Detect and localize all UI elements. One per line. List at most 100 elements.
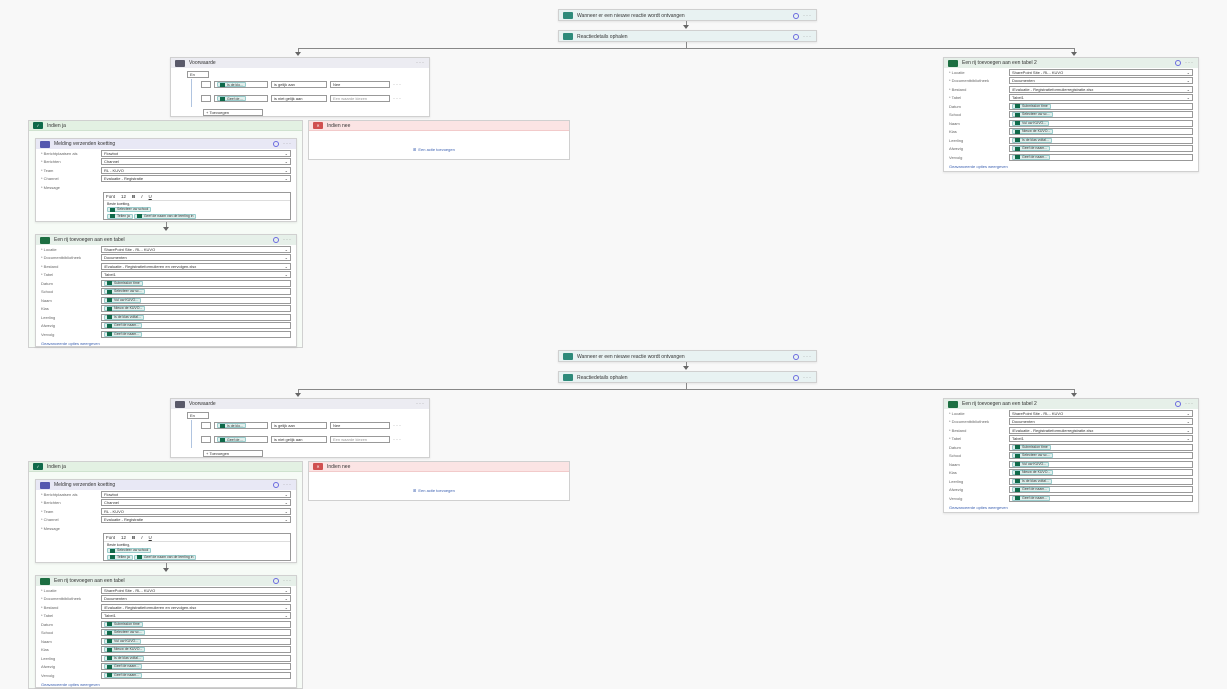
more-options-icon[interactable]: ··· <box>1185 60 1194 66</box>
chevron-down-icon[interactable]: ⌄ <box>1187 428 1190 433</box>
info-icon[interactable] <box>793 353 799 360</box>
token-chip[interactable]: Vul uw KUVO... <box>104 297 142 303</box>
chevron-down-icon[interactable]: ⌄ <box>285 613 288 618</box>
condition-left-operand[interactable]: Geef de ... <box>214 95 268 102</box>
info-icon[interactable] <box>273 482 279 488</box>
row-checkbox[interactable] <box>201 95 211 102</box>
token-chip[interactable]: Vul uw KUVO... <box>1012 120 1050 126</box>
more-options-icon[interactable]: ··· <box>803 354 812 360</box>
chevron-down-icon[interactable]: ⌄ <box>285 517 288 522</box>
more-options-icon[interactable]: ··· <box>283 237 292 243</box>
bold-button[interactable]: B <box>132 535 135 540</box>
info-icon[interactable] <box>1175 60 1181 66</box>
underline-button[interactable]: U <box>149 194 152 199</box>
add-action-button[interactable]: ⊞ Een actie toevoegen <box>413 147 455 152</box>
token-chip[interactable]: Geef de naam van de leerling in <box>133 554 197 560</box>
add-condition-button[interactable]: + Toevoegen <box>203 109 263 116</box>
field-input[interactable]: Documenten ⌄ <box>101 254 291 262</box>
condition-operator-select[interactable]: is niet gelijk aan <box>271 95 327 102</box>
row-checkbox[interactable] <box>201 422 211 429</box>
more-options-icon[interactable]: ··· <box>283 578 292 584</box>
field-input[interactable]: Nieuw de KUVO... <box>1009 469 1193 477</box>
token-chip[interactable]: Selecteer uw sc... <box>1012 112 1053 118</box>
chevron-down-icon[interactable]: ⌄ <box>285 500 288 505</box>
info-icon[interactable] <box>793 12 799 19</box>
field-input[interactable]: Geef de naam... <box>1009 486 1193 494</box>
condition-right-operand[interactable]: Nee <box>330 422 390 429</box>
field-input[interactable]: Flowbot ⌄ <box>101 149 291 157</box>
token-chip[interactable]: Geef de naam... <box>1012 487 1051 493</box>
token-chip[interactable]: Submission time <box>104 280 143 286</box>
field-input[interactable]: Tabel1 ⌄ <box>1009 94 1193 102</box>
token-chip[interactable]: Is de klas voltal... <box>1012 137 1052 143</box>
more-options-icon[interactable]: ··· <box>803 375 812 381</box>
condition-right-operand[interactable]: Een waarde kiezen <box>330 95 390 102</box>
field-input[interactable]: SharePoint Site - RL - KUVO ⌄ <box>101 586 291 594</box>
field-input[interactable]: Evaluatie - Registratie ⌄ <box>101 516 291 524</box>
chevron-down-icon[interactable]: ⌄ <box>285 168 288 173</box>
field-input[interactable]: Tabel1 ⌄ <box>101 271 291 279</box>
field-input[interactable]: Vul uw KUVO... <box>101 637 291 645</box>
token-chip[interactable]: Geef de naam... <box>104 672 143 678</box>
field-input[interactable]: /Evaluatie - Registratieformulierregistr… <box>1009 426 1193 434</box>
font-size-select[interactable]: 12 <box>121 194 126 199</box>
underline-button[interactable]: U <box>149 535 152 540</box>
token-chip[interactable]: Geef de naam... <box>1012 495 1051 501</box>
token-chip[interactable]: Vul uw KUVO... <box>1012 461 1050 467</box>
row-checkbox[interactable] <box>201 81 211 88</box>
chevron-down-icon[interactable]: ⌄ <box>1187 419 1190 424</box>
chevron-down-icon[interactable]: ⌄ <box>285 588 288 593</box>
field-input[interactable]: /Evaluatie - Registratieformulierregistr… <box>1009 85 1193 93</box>
token-chip[interactable]: Geef de naam van de leerling in <box>133 213 197 219</box>
chevron-down-icon[interactable]: ⌄ <box>285 247 288 252</box>
token-chip[interactable]: Selecteer uw sc... <box>104 630 145 636</box>
chevron-down-icon[interactable]: ⌄ <box>285 176 288 181</box>
field-input[interactable]: /Evaluatie - Registratieformulieren en v… <box>101 262 291 270</box>
chevron-down-icon[interactable]: ⌄ <box>285 272 288 277</box>
info-icon[interactable] <box>273 578 279 584</box>
token-chip[interactable]: Nieuw de KUVO... <box>104 306 146 312</box>
condition-operator-select[interactable]: is gelijk aan <box>271 81 327 88</box>
italic-button[interactable]: I <box>141 194 142 199</box>
field-input[interactable]: Tabel1 ⌄ <box>101 612 291 620</box>
add-action-button[interactable]: ⊞ Een actie toevoegen <box>413 488 455 493</box>
field-input[interactable]: Documenten ⌄ <box>1009 77 1193 85</box>
field-input[interactable]: Submission time <box>1009 443 1193 451</box>
field-input[interactable]: Is de klas voltal... <box>1009 477 1193 485</box>
field-input[interactable]: Channel ⌄ <box>101 158 291 166</box>
field-input[interactable]: Selecteer uw sc... <box>1009 111 1193 119</box>
field-input[interactable]: Flowbot ⌄ <box>101 490 291 498</box>
field-input[interactable]: Submission time <box>101 620 291 628</box>
excel-card-left[interactable]: Een rij toevoegen aan een tabel ··· * Lo… <box>35 234 297 347</box>
chevron-down-icon[interactable]: ⌄ <box>285 151 288 156</box>
field-input[interactable]: Is de klas voltal... <box>101 654 291 662</box>
field-input[interactable]: Nieuw de KUVO... <box>101 305 291 313</box>
token-chip[interactable]: Nieuw de KUVO... <box>104 647 146 653</box>
info-icon[interactable] <box>1175 401 1181 407</box>
token-chip[interactable]: Vul uw KUVO... <box>104 638 142 644</box>
token-chip[interactable]: Submission time <box>1012 444 1051 450</box>
info-icon[interactable] <box>793 374 799 381</box>
chevron-down-icon[interactable]: ⌄ <box>1187 95 1190 100</box>
more-options-icon[interactable]: ··· <box>393 82 402 88</box>
token-chip[interactable]: Selecteer uw school <box>107 207 152 212</box>
token-chip[interactable]: Nieuw de KUVO... <box>1012 470 1054 476</box>
excel-card-right[interactable]: Een rij toevoegen aan een tabel 2 ··· * … <box>943 398 1199 513</box>
field-input[interactable]: Is de klas voltal... <box>1009 136 1193 144</box>
info-icon[interactable] <box>793 33 799 40</box>
chevron-down-icon[interactable]: ⌄ <box>285 596 288 601</box>
token-chip[interactable]: Is de klas voltal... <box>104 655 144 661</box>
field-input[interactable]: Submission time <box>1009 102 1193 110</box>
field-input[interactable]: Geef de naam... <box>101 322 291 330</box>
field-input[interactable]: Selecteer uw sc... <box>101 629 291 637</box>
token-chip[interactable]: Geef de naam... <box>104 664 143 670</box>
condition-right-operand[interactable]: Nee <box>330 81 390 88</box>
field-input[interactable]: Selecteer uw sc... <box>1009 452 1193 460</box>
field-input[interactable]: Vul uw KUVO... <box>1009 119 1193 127</box>
condition-right-operand[interactable]: Een waarde kiezen <box>330 436 390 443</box>
condition-left-operand[interactable]: Geef de ... <box>214 436 268 443</box>
font-select[interactable]: Font <box>106 194 115 199</box>
condition-left-operand[interactable]: Is de klo... <box>214 422 268 429</box>
field-input[interactable]: RL - KUVO ⌄ <box>101 166 291 174</box>
chevron-down-icon[interactable]: ⌄ <box>285 605 288 610</box>
